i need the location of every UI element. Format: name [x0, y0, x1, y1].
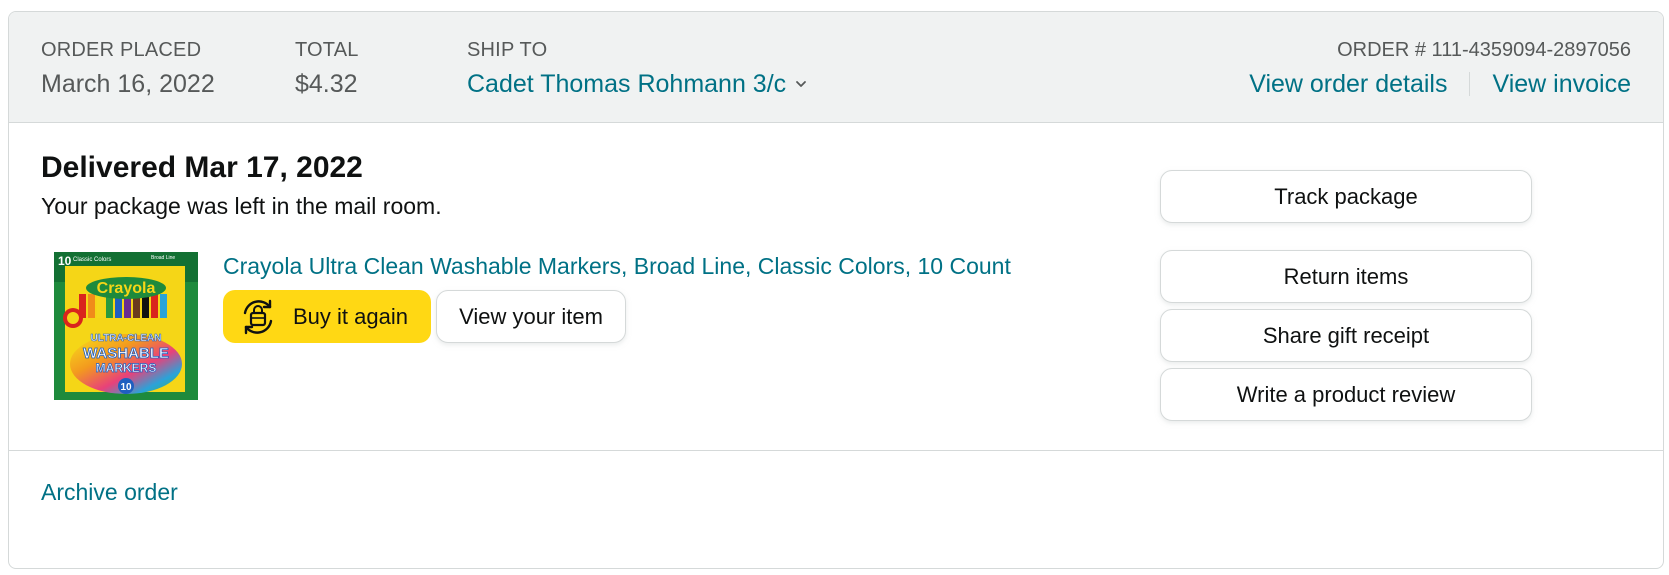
- archive-order-link[interactable]: Archive order: [41, 478, 178, 506]
- ship-to-column: SHIP TO Cadet Thomas Rohmann 3/c: [467, 38, 808, 99]
- ship-to-popover[interactable]: Cadet Thomas Rohmann 3/c: [467, 69, 808, 99]
- buy-it-again-label: Buy it again: [293, 303, 408, 329]
- box-line2: WASHABLE: [83, 345, 169, 362]
- chevron-down-icon: [796, 81, 807, 87]
- ship-to-link[interactable]: Cadet Thomas Rohmann 3/c: [467, 69, 808, 99]
- product-image[interactable]: 10 Classic Colors Broad Line Crayola ULT…: [53, 250, 199, 402]
- order-placed-label: ORDER PLACED: [41, 39, 202, 61]
- box-count-top: 10: [58, 254, 72, 268]
- box-classic-label: Classic Colors: [73, 257, 111, 263]
- total-value: $4.32: [295, 70, 358, 98]
- order-placed-value: March 16, 2022: [41, 70, 215, 98]
- order-header: ORDER PLACED March 16, 2022 TOTAL $4.32 …: [9, 12, 1663, 123]
- box-line1: ULTRA-CLEAN: [91, 333, 162, 344]
- share-gift-receipt-label: Share gift receipt: [1262, 322, 1430, 348]
- total-column: TOTAL $4.32: [295, 38, 359, 99]
- box-line3: MARKERS: [96, 361, 157, 375]
- order-links: View order details View invoice: [1249, 69, 1631, 99]
- view-order-details-link[interactable]: View order details: [1249, 69, 1447, 99]
- order-number: ORDER # 111-4359094-2897056: [1337, 39, 1631, 61]
- link-divider: [1469, 72, 1471, 96]
- return-items-button[interactable]: Return items: [1160, 250, 1532, 303]
- product-title-link[interactable]: Crayola Ultra Clean Washable Markers, Br…: [223, 252, 1011, 280]
- total-label: TOTAL: [295, 39, 359, 61]
- order-card: ORDER PLACED March 16, 2022 TOTAL $4.32 …: [8, 11, 1664, 569]
- return-items-label: Return items: [1283, 263, 1409, 289]
- order-number-column: ORDER # 111-4359094-2897056 View order d…: [1249, 38, 1631, 99]
- ship-to-label: SHIP TO: [467, 39, 548, 61]
- share-gift-receipt-button[interactable]: Share gift receipt: [1160, 309, 1532, 362]
- order-placed-column: ORDER PLACED March 16, 2022: [41, 38, 215, 99]
- view-your-item-button[interactable]: View your item: [436, 290, 626, 343]
- box-count-bottom: 10: [120, 382, 132, 393]
- write-product-review-label: Write a product review: [1236, 381, 1456, 407]
- delivery-status-title: Delivered Mar 17, 2022: [41, 151, 363, 184]
- crayola-markers-box-image: 10 Classic Colors Broad Line Crayola ULT…: [54, 252, 198, 400]
- buy-it-again-button[interactable]: Buy it again: [223, 290, 431, 343]
- ship-to-name: Cadet Thomas Rohmann 3/c: [467, 70, 787, 98]
- write-product-review-button[interactable]: Write a product review: [1160, 368, 1532, 421]
- reorder-bag-icon: [243, 299, 273, 334]
- view-your-item-label: View your item: [459, 303, 603, 329]
- footer-divider: [9, 450, 1663, 451]
- view-invoice-link[interactable]: View invoice: [1492, 69, 1631, 99]
- delivery-status-detail: Your package was left in the mail room.: [41, 193, 442, 219]
- box-brand: Crayola: [97, 280, 156, 297]
- track-package-button[interactable]: Track package: [1160, 170, 1532, 223]
- track-package-label: Track package: [1274, 183, 1418, 209]
- box-broad-line-label: Broad Line: [151, 255, 175, 261]
